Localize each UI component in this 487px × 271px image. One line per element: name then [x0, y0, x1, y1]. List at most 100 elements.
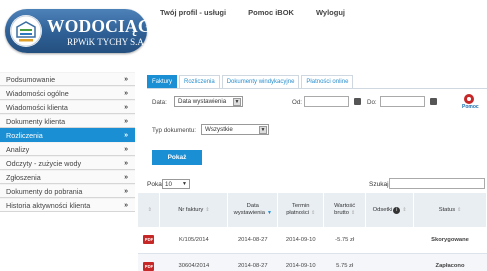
sort-desc-icon: ▼: [266, 210, 272, 216]
sort-icon: ⇕: [311, 210, 316, 216]
sidebar-item-downloads[interactable]: Dokumenty do pobrania »: [0, 184, 135, 198]
column-header-due-date[interactable]: Termin płatności ⇕: [277, 193, 325, 227]
date-to-input[interactable]: [380, 96, 425, 107]
date-to-label: Do:: [367, 99, 377, 106]
invoice-no-cell: 30604/2014: [159, 253, 228, 271]
date-type-value: Data wystawienia: [178, 98, 227, 105]
sidebar-item-settlements[interactable]: Rozliczenia »: [0, 128, 135, 142]
sidebar-item-label: Odczyty - zużycie wody: [6, 158, 82, 168]
help-label: Pomoc: [462, 104, 479, 110]
date-type-select[interactable]: Data wystawienia ▼: [174, 96, 243, 107]
sidebar-item-client-messages[interactable]: Wiadomości klienta »: [0, 100, 135, 114]
logo-subtitle: RPWiK TYCHY S.A.: [67, 37, 147, 47]
sidebar-item-summary[interactable]: Podsumowanie »: [0, 72, 135, 86]
invoices-table: ⇕ Nr faktury ⇕ Data wystawienia ▼ Termin pła…: [138, 193, 487, 271]
invoice-no-cell: K/105/2014: [159, 227, 228, 254]
sidebar-item-label: Historia aktywności klienta: [6, 200, 91, 210]
nav-profile-link[interactable]: Twój profil - usługi: [160, 8, 226, 17]
logo-emblem-icon: [10, 15, 42, 47]
pdf-cell: PDF: [138, 227, 160, 254]
sort-icon[interactable]: ⇕: [148, 207, 152, 213]
sort-icon: ⇕: [402, 206, 407, 213]
tab-online-payments[interactable]: Płatności online: [301, 75, 354, 89]
show-button[interactable]: Pokaż: [152, 150, 202, 165]
due-date-cell: 2014-09-10: [277, 227, 324, 254]
column-header-issue-date[interactable]: Data wystawienia ▼: [227, 193, 279, 227]
column-header-icon: ⇕: [138, 193, 161, 227]
info-icon[interactable]: i: [393, 206, 401, 214]
sidebar-item-label: Dokumenty klienta: [6, 116, 66, 126]
page-size-select[interactable]: 10 ▼: [162, 179, 190, 189]
sidebar-item-label: Dokumenty do pobrania: [6, 186, 83, 196]
sidebar-item-activity-history[interactable]: Historia aktywności klienta »: [0, 198, 135, 212]
calendar-from-icon[interactable]: [354, 98, 361, 105]
interest-cell: [365, 253, 414, 271]
interest-cell: [365, 227, 414, 254]
tab-invoices[interactable]: Faktury: [147, 75, 178, 89]
chevron-right-icon: »: [124, 89, 128, 97]
logo-title: WODOCIĄGI: [47, 16, 159, 36]
doc-type-select[interactable]: Wszystkie ▼: [201, 124, 269, 135]
table-row: PDF K/105/2014 2014-08-27 2014-09-10 -5.…: [138, 227, 487, 254]
pdf-icon[interactable]: PDF: [143, 261, 155, 271]
chevron-right-icon: »: [124, 145, 128, 153]
chevron-right-icon: »: [124, 103, 128, 111]
table-row: PDF 30604/2014 2014-08-27 2014-09-10 5.7…: [138, 253, 487, 271]
search-label: Szukaj:: [369, 181, 391, 188]
chevron-right-icon: »: [124, 131, 128, 139]
chevron-right-icon: »: [124, 75, 128, 83]
chevron-right-icon: »: [124, 159, 128, 167]
gross-cell: -5.75 zł: [323, 227, 366, 254]
doc-type-value: Wszystkie: [205, 126, 233, 133]
chevron-right-icon: »: [124, 173, 128, 181]
column-header-invoice-no[interactable]: Nr faktury ⇕: [159, 193, 229, 227]
sidebar-item-label: Podsumowanie: [6, 74, 56, 84]
date-filter-label: Data:: [152, 99, 167, 106]
nav-logout-link[interactable]: Wyloguj: [316, 8, 345, 17]
sidebar-item-reports[interactable]: Zgłoszenia »: [0, 170, 135, 184]
sidebar-item-client-documents[interactable]: Dokumenty klienta »: [0, 114, 135, 128]
chevron-right-icon: »: [124, 117, 128, 125]
date-from-input[interactable]: [304, 96, 349, 107]
status-cell: Skorygowane: [413, 227, 487, 254]
page-size-value: 10: [165, 181, 172, 188]
sidebar-item-general-messages[interactable]: Wiadomości ogólne »: [0, 86, 135, 100]
chevron-right-icon: »: [124, 201, 128, 209]
pdf-icon[interactable]: PDF: [143, 235, 155, 245]
tab-settlements[interactable]: Rozliczenia: [179, 75, 220, 89]
tab-collection-documents[interactable]: Dokumenty windykacyjne: [221, 75, 300, 89]
nav-help-link[interactable]: Pomoc iBOK: [248, 8, 294, 17]
sidebar-item-analyses[interactable]: Analizy »: [0, 142, 135, 156]
tab-bar: Faktury Rozliczenia Dokumenty windykacyj…: [147, 75, 354, 89]
doc-type-label: Typ dokumentu:: [152, 127, 197, 134]
status-cell: Zapłacono: [413, 253, 487, 271]
date-from-label: Od:: [292, 99, 302, 106]
sidebar-menu: Podsumowanie » Wiadomości ogólne » Wiadomo…: [0, 72, 135, 212]
issue-date-cell: 2014-08-27: [227, 253, 278, 271]
table-header-row: ⇕ Nr faktury ⇕ Data wystawienia ▼ Termin pła…: [138, 193, 487, 227]
sidebar-item-label: Rozliczenia: [6, 130, 43, 140]
logo[interactable]: WODOCIĄGI RPWiK TYCHY S.A.: [5, 9, 158, 53]
sidebar-item-label: Analizy: [6, 144, 30, 154]
search-input[interactable]: [389, 178, 485, 189]
chevron-right-icon: »: [124, 187, 128, 195]
sort-icon: ⇕: [457, 206, 462, 213]
chevron-down-icon: ▼: [233, 98, 241, 106]
help-button[interactable]: Pomoc: [462, 94, 479, 110]
sidebar-item-label: Wiadomości ogólne: [6, 88, 69, 98]
column-header-gross[interactable]: Wartość brutto ⇕: [323, 193, 367, 227]
sidebar-item-label: Zgłoszenia: [6, 172, 41, 182]
chevron-down-icon: ▼: [182, 181, 187, 187]
due-date-cell: 2014-09-10: [277, 253, 324, 271]
sidebar-item-label: Wiadomości klienta: [6, 102, 68, 112]
top-navigation: Twój profil - usługi Pomoc iBOK Wyloguj: [160, 8, 345, 17]
column-header-interest[interactable]: Odsetki i ⇕: [365, 193, 415, 227]
sort-icon: ⇕: [351, 210, 356, 216]
gross-cell: 5.75 zł: [323, 253, 366, 271]
chevron-down-icon: ▼: [259, 126, 267, 134]
column-header-status[interactable]: Status ⇕: [413, 193, 487, 227]
sort-icon: ⇕: [205, 206, 210, 213]
sidebar-item-readings[interactable]: Odczyty - zużycie wody »: [0, 156, 135, 170]
calendar-to-icon[interactable]: [430, 98, 437, 105]
lifebuoy-icon: [464, 94, 474, 104]
